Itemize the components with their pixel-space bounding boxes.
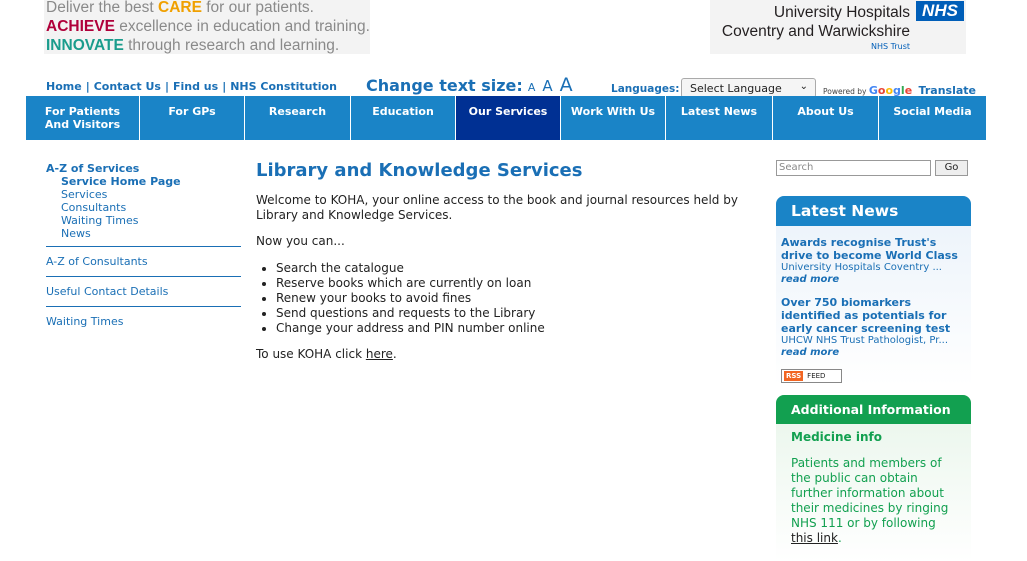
list-item: Search the catalogue <box>276 261 756 276</box>
trust-name-line2: Coventry and Warwickshire <box>721 23 910 40</box>
text-size-medium[interactable]: A <box>542 77 552 95</box>
main-navigation: For Patients And Visitors For GPs Resear… <box>26 96 986 140</box>
list-item: Renew your books to avoid fines <box>276 291 756 306</box>
read-more-link[interactable]: read more <box>781 274 966 286</box>
home-link[interactable]: Home <box>46 80 82 93</box>
chevron-down-icon: ⌄ <box>799 81 808 92</box>
trust-tagline: Deliver the best CARE for our patients. … <box>44 0 370 54</box>
sidebar-az-services[interactable]: A-Z of Services <box>46 162 241 175</box>
tagline-care: CARE <box>158 0 202 16</box>
rss-feed-button[interactable]: RSS FEED <box>781 369 842 383</box>
list-item: Reserve books which are currently on loa… <box>276 276 756 291</box>
text-size-control: Change text size: A A A <box>366 74 573 96</box>
main-content: Library and Knowledge Services Welcome t… <box>256 160 756 362</box>
sidebar-item-service-home[interactable]: Service Home Page <box>46 175 241 188</box>
nhs-constitution-link[interactable]: NHS Constitution <box>230 80 337 93</box>
text-size-label: Change text size: <box>366 76 523 95</box>
nav-for-gps[interactable]: For GPs <box>140 96 245 140</box>
additional-info-title: Additional Information <box>776 395 971 424</box>
sidebar: A-Z of Services Service Home Page Servic… <box>46 162 241 331</box>
sidebar-item-news[interactable]: News <box>46 227 241 240</box>
koha-here-link[interactable]: here <box>366 347 393 361</box>
latest-news-panel: Latest News Awards recognise Trust's dri… <box>776 196 971 386</box>
news-item-snippet: UHCW NHS Trust Pathologist, Pr... <box>781 335 948 346</box>
sidebar-item-az-consultants[interactable]: A-Z of Consultants <box>46 246 241 271</box>
nhs-trust-label: NHS Trust <box>871 42 910 51</box>
trust-name-line1: University Hospitals <box>773 4 910 21</box>
sidebar-item-services[interactable]: Services <box>46 188 241 201</box>
nav-for-patients[interactable]: For Patients And Visitors <box>26 96 140 140</box>
text-size-large[interactable]: A <box>560 74 573 96</box>
nav-work-with-us[interactable]: Work With Us <box>561 96 666 140</box>
search-go-button[interactable]: Go <box>935 160 968 176</box>
feature-list: Search the catalogue Reserve books which… <box>256 261 756 336</box>
sidebar-item-waiting-times[interactable]: Waiting Times <box>46 214 241 227</box>
news-item-title[interactable]: Awards recognise Trust's drive to become… <box>781 236 966 262</box>
news-item-snippet: University Hospitals Coventry ... <box>781 262 942 273</box>
trust-logo[interactable]: University Hospitals Coventry and Warwic… <box>710 0 966 54</box>
search-input[interactable]: Search <box>776 160 931 176</box>
medicine-info-link[interactable]: this link <box>791 531 838 545</box>
now-text: Now you can... <box>256 234 345 248</box>
nhs-logo-icon: NHS <box>916 1 964 21</box>
utility-links: Home | Contact Us | Find us | NHS Constitution <box>46 80 337 93</box>
nav-about-us[interactable]: About Us <box>773 96 879 140</box>
news-item-title[interactable]: Over 750 biomarkers identified as potent… <box>781 296 966 335</box>
sidebar-item-consultants[interactable]: Consultants <box>46 201 241 214</box>
page-title: Library and Knowledge Services <box>256 160 583 181</box>
medicine-info-text: Patients and members of the public can o… <box>791 456 949 545</box>
intro-text: Welcome to KOHA, your online access to t… <box>256 193 738 222</box>
sidebar-item-contact-details[interactable]: Useful Contact Details <box>46 276 241 301</box>
list-item: Send questions and requests to the Libra… <box>276 306 756 321</box>
languages-label: Languages: <box>611 83 680 95</box>
additional-info-panel: Additional Information Medicine info Pat… <box>776 395 971 561</box>
sidebar-item-waiting-times-2[interactable]: Waiting Times <box>46 306 241 331</box>
contact-us-link[interactable]: Contact Us <box>94 80 161 93</box>
language-select-value: Select Language <box>690 82 782 95</box>
rss-icon: RSS <box>784 371 804 381</box>
nav-latest-news[interactable]: Latest News <box>666 96 773 140</box>
list-item: Change your address and PIN number onlin… <box>276 321 756 336</box>
language-select[interactable]: Select Language ⌄ <box>681 78 816 98</box>
nav-education[interactable]: Education <box>351 96 456 140</box>
medicine-info-heading: Medicine info <box>791 430 882 444</box>
nav-social-media[interactable]: Social Media <box>879 96 986 140</box>
read-more-link[interactable]: read more <box>781 347 966 359</box>
nav-research[interactable]: Research <box>245 96 351 140</box>
tagline-innovate: INNOVATE <box>46 37 124 54</box>
find-us-link[interactable]: Find us <box>173 80 218 93</box>
nav-our-services[interactable]: Our Services <box>456 96 561 140</box>
latest-news-title: Latest News <box>776 196 971 226</box>
koha-cta: To use KOHA click here. <box>256 347 397 361</box>
text-size-small[interactable]: A <box>528 81 536 94</box>
tagline-achieve: ACHIEVE <box>46 18 115 35</box>
